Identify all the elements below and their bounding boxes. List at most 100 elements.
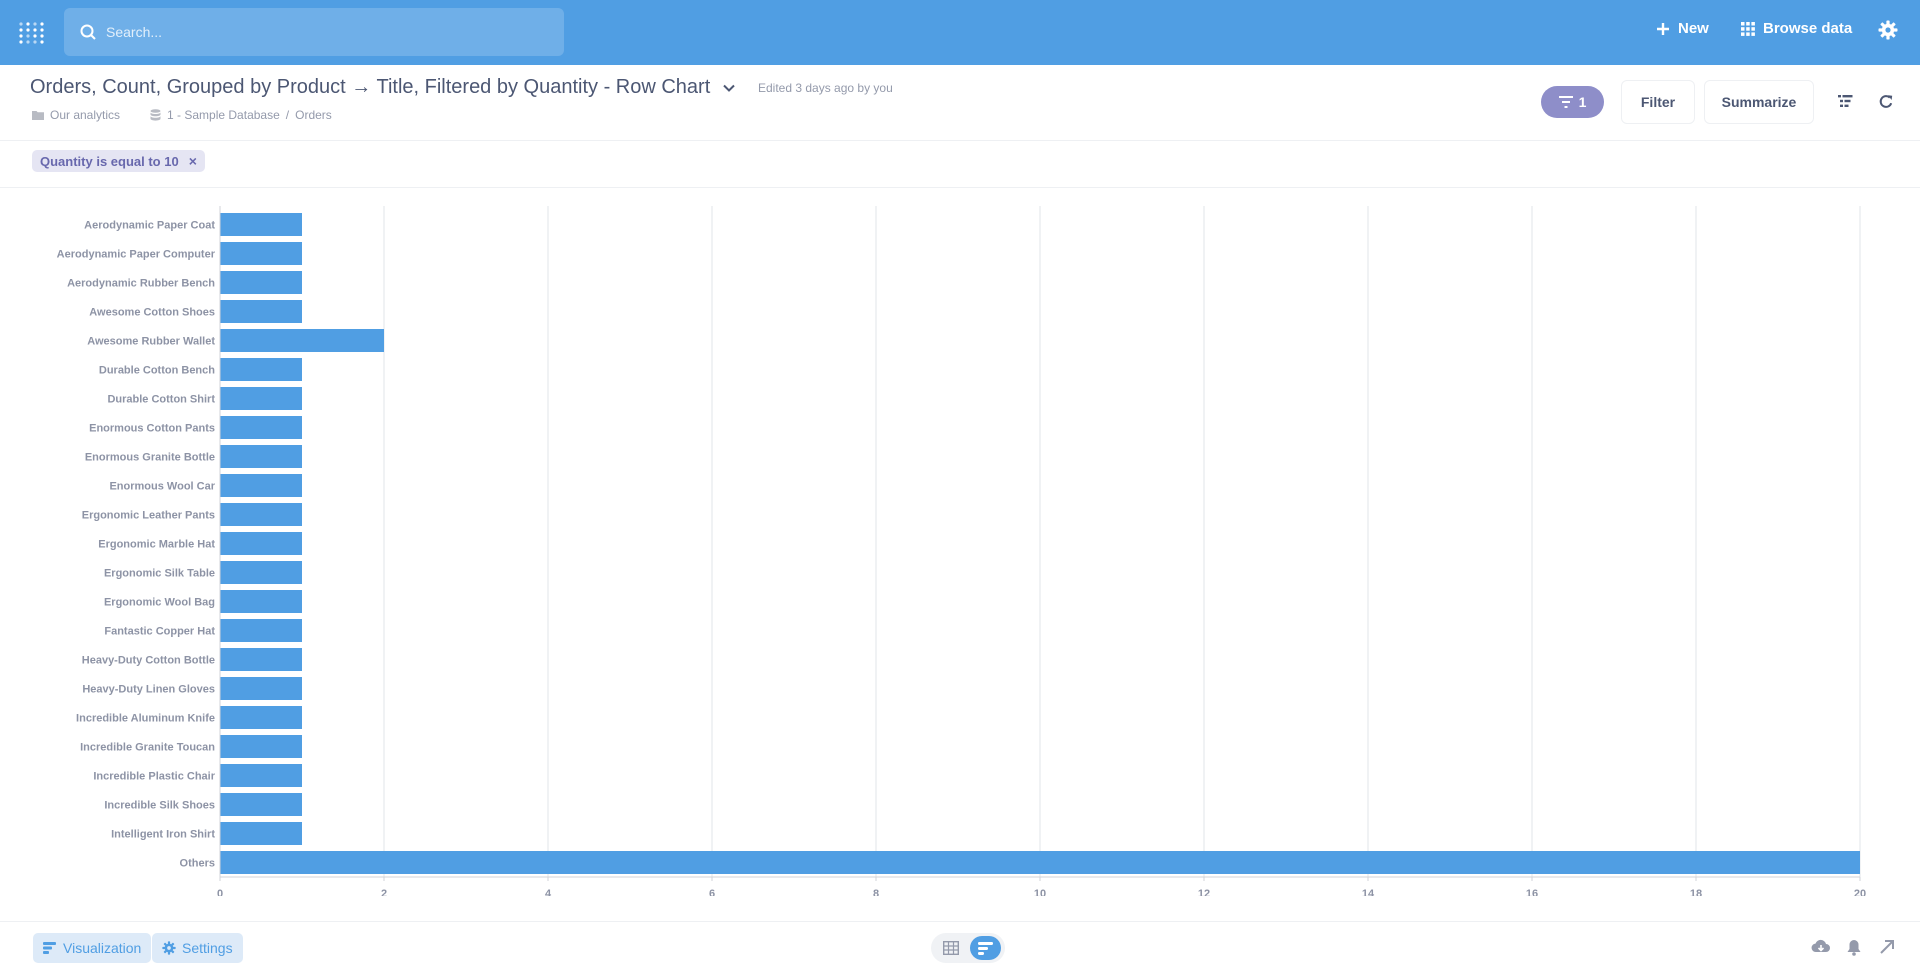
visualization-button[interactable]: Visualization [33, 933, 152, 963]
filter-button-label: Filter [1640, 94, 1676, 110]
y-category-label: Fantastic Copper Hat [104, 626, 215, 638]
gear-icon [162, 941, 176, 955]
y-category-label: Durable Cotton Shirt [107, 394, 215, 406]
row-chart-icon [43, 942, 56, 954]
y-category-label: Awesome Rubber Wallet [87, 336, 215, 348]
y-category-label: Aerodynamic Rubber Bench [67, 278, 215, 290]
bar[interactable] [220, 416, 302, 439]
x-tick-label: 8 [873, 888, 879, 896]
active-filters-bar: Quantity is equal to 10 × [0, 141, 1920, 188]
row-chart-icon [977, 941, 993, 955]
row-chart-container: 0 2 4 6 8 10 12 14 16 18 20 Aerodynamic Paper Coat A… [0, 196, 1920, 900]
search-bar[interactable] [64, 8, 564, 56]
breadcrumb-database[interactable]: 1 - Sample Database [167, 108, 280, 122]
y-category-label: Heavy-Duty Cotton Bottle [82, 655, 215, 667]
bar[interactable] [220, 764, 302, 787]
bar[interactable] [220, 706, 302, 729]
bar[interactable] [220, 677, 302, 700]
x-tick-label: 2 [381, 888, 387, 896]
new-button[interactable]: New [1656, 20, 1709, 37]
filter-button[interactable]: Filter [1621, 80, 1695, 124]
browse-data-button[interactable]: Browse data [1741, 20, 1852, 37]
y-category-label: Incredible Silk Shoes [104, 800, 215, 812]
bar[interactable] [220, 532, 302, 555]
y-category-label: Ergonomic Silk Table [104, 568, 215, 580]
refresh-icon[interactable] [1878, 94, 1894, 110]
filter-chip[interactable]: Quantity is equal to 10 × [32, 150, 205, 172]
filter-count: 1 [1578, 94, 1587, 110]
settings-button[interactable]: Settings [152, 933, 243, 963]
expand-icon[interactable] [1879, 939, 1895, 955]
gear-icon[interactable] [1878, 20, 1898, 40]
y-category-label: Intelligent Iron Shirt [111, 829, 215, 841]
search-icon [80, 24, 96, 40]
bar[interactable] [220, 851, 1860, 874]
notebook-editor-icon[interactable] [1838, 94, 1854, 108]
bar[interactable] [220, 445, 302, 468]
y-category-label: Enormous Cotton Pants [89, 423, 215, 435]
bar[interactable] [220, 648, 302, 671]
bar[interactable] [220, 474, 302, 497]
y-category-label: Enormous Wool Car [109, 481, 215, 493]
x-tick-label: 6 [709, 888, 715, 896]
bell-icon[interactable] [1846, 939, 1862, 956]
browse-data-label: Browse data [1763, 20, 1853, 37]
bar[interactable] [220, 300, 302, 323]
chart-view-toggle[interactable] [970, 936, 1001, 960]
table-icon [942, 941, 959, 955]
bar[interactable] [220, 822, 302, 845]
summarize-button[interactable]: Summarize [1704, 80, 1814, 124]
x-tick-label: 4 [545, 888, 552, 896]
bar[interactable] [220, 242, 302, 265]
y-category-label: Incredible Plastic Chair [93, 771, 215, 783]
bar[interactable] [220, 735, 302, 758]
y-category-label: Durable Cotton Bench [99, 365, 215, 377]
y-category-label: Ergonomic Marble Hat [98, 539, 215, 551]
x-tick-label: 18 [1690, 888, 1702, 896]
y-category-label: Enormous Granite Bottle [85, 452, 215, 464]
bar[interactable] [220, 271, 302, 294]
question-header: Orders, Count, Grouped by Product → Titl… [0, 65, 1920, 141]
y-category-label: Awesome Cotton Shoes [89, 307, 215, 319]
filter-icon [1558, 96, 1573, 108]
breadcrumb-collection[interactable]: Our analytics [50, 108, 120, 122]
y-category-label: Incredible Aluminum Knife [76, 713, 215, 725]
top-navbar: New Browse data [0, 0, 1920, 65]
bar[interactable] [220, 503, 302, 526]
x-tick-label: 12 [1198, 888, 1210, 896]
bar[interactable] [220, 619, 302, 642]
breadcrumb-table[interactable]: Orders [295, 108, 332, 122]
visualization-label: Visualization [63, 940, 142, 956]
settings-label: Settings [182, 940, 233, 956]
bar[interactable] [220, 358, 302, 381]
search-input[interactable] [106, 24, 506, 40]
x-tick-label: 10 [1034, 888, 1046, 896]
view-toggle [931, 933, 1005, 963]
bar[interactable] [220, 329, 384, 352]
y-category-label: Incredible Granite Toucan [80, 742, 215, 754]
row-chart: 0 2 4 6 8 10 12 14 16 18 20 Aerodynamic Paper Coat A… [57, 206, 1866, 900]
y-category-label: Ergonomic Leather Pants [82, 510, 215, 522]
bar[interactable] [220, 561, 302, 584]
close-icon[interactable]: × [189, 153, 197, 169]
last-edited-info[interactable]: Edited 3 days ago by you [758, 81, 893, 95]
breadcrumb-separator: / [285, 108, 290, 122]
bar[interactable] [220, 387, 302, 410]
x-tick-label: 0 [217, 888, 223, 896]
folder-icon [32, 111, 44, 120]
question-title[interactable]: Orders, Count, Grouped by Product → Titl… [30, 76, 710, 99]
bar[interactable] [220, 793, 302, 816]
bar[interactable] [220, 590, 302, 613]
new-button-label: New [1678, 20, 1709, 37]
y-category-label: Aerodynamic Paper Computer [57, 249, 216, 261]
x-tick-label: 20 [1854, 888, 1866, 896]
filter-chip-label: Quantity is equal to 10 [40, 153, 179, 169]
chevron-down-icon[interactable] [722, 81, 736, 95]
y-category-label: Ergonomic Wool Bag [104, 597, 215, 609]
y-category-label: Aerodynamic Paper Coat [84, 220, 215, 232]
metabase-logo-icon[interactable] [18, 20, 46, 46]
filter-count-badge[interactable]: 1 [1541, 86, 1604, 118]
download-icon[interactable] [1811, 939, 1831, 955]
bar[interactable] [220, 213, 302, 236]
table-view-toggle[interactable] [935, 936, 966, 960]
